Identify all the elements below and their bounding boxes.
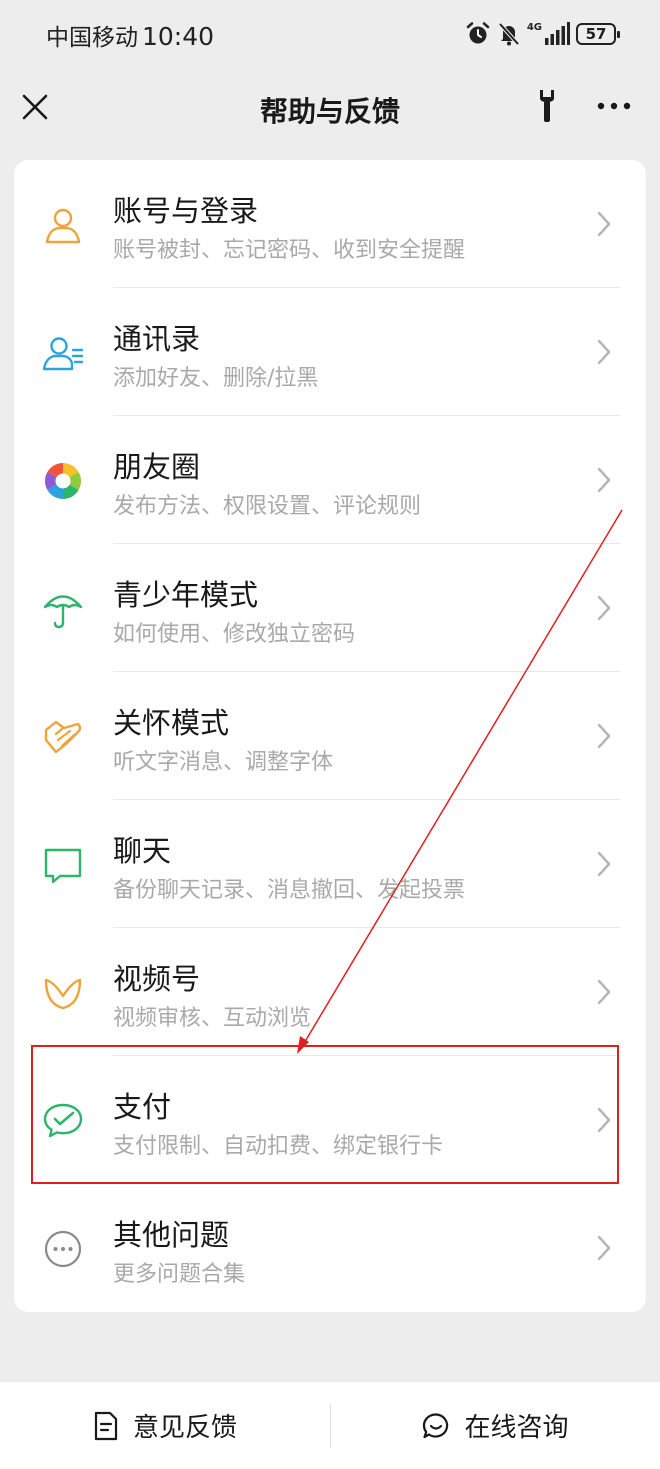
more-icon[interactable] [594, 96, 634, 116]
item-title: 朋友圈 [113, 450, 201, 484]
battery-level: 57 [585, 25, 607, 43]
chevron-right-icon [597, 723, 611, 749]
chat-smile-icon [423, 1412, 449, 1438]
network-type: 4G [526, 22, 542, 33]
status-bar: 中国移动 10:40 4G 57 [0, 0, 660, 70]
signal-icon [545, 22, 570, 45]
chat-bubble-icon [44, 848, 82, 884]
item-desc: 备份聊天记录、消息撤回、发起投票 [113, 878, 466, 903]
chevron-right-icon [597, 1235, 611, 1261]
item-desc: 更多问题合集 [113, 1262, 246, 1287]
list-item-chat[interactable]: 聊天 备份聊天记录、消息撤回、发起投票 [14, 800, 646, 928]
carrier-label: 中国移动 [46, 25, 138, 51]
mute-bell-icon [498, 22, 520, 46]
more-circle-icon [44, 1230, 82, 1268]
chevron-right-icon [597, 851, 611, 877]
chevron-right-icon [597, 979, 611, 1005]
feedback-label: 意见反馈 [132, 1413, 237, 1443]
item-desc: 如何使用、修改独立密码 [113, 622, 356, 647]
item-title: 其他问题 [113, 1218, 230, 1252]
item-desc: 账号被封、忘记密码、收到安全提醒 [113, 238, 466, 263]
list-item-care-mode[interactable]: 关怀模式 听文字消息、调整字体 [14, 672, 646, 800]
bottom-action-bar: 意见反馈 在线咨询 [0, 1382, 660, 1469]
item-title: 关怀模式 [113, 706, 230, 740]
list-item-moments[interactable]: 朋友圈 发布方法、权限设置、评论规则 [14, 416, 646, 544]
clock: 10:40 [142, 22, 215, 51]
annotation-highlight-box [31, 1045, 619, 1184]
status-icons: 4G 57 [465, 18, 620, 50]
document-icon [94, 1411, 118, 1440]
care-icon [44, 720, 82, 754]
item-title: 视频号 [113, 962, 201, 996]
feedback-button[interactable]: 意见反馈 [0, 1382, 330, 1469]
online-consult-button[interactable]: 在线咨询 [331, 1382, 660, 1469]
item-title: 账号与登录 [113, 194, 259, 228]
list-item-channels[interactable]: 视频号 视频审核、互动浏览 [14, 928, 646, 1056]
chevron-right-icon [597, 595, 611, 621]
list-item-contacts[interactable]: 通讯录 添加好友、删除/拉黑 [14, 288, 646, 416]
item-title: 青少年模式 [113, 578, 259, 612]
status-carrier-time: 中国移动 10:40 [46, 18, 214, 52]
list-item-account[interactable]: 账号与登录 账号被封、忘记密码、收到安全提醒 [14, 160, 646, 288]
chevron-right-icon [597, 339, 611, 365]
item-desc: 听文字消息、调整字体 [113, 750, 334, 775]
nav-bar: 帮助与反馈 [0, 70, 660, 146]
contacts-icon [42, 337, 84, 371]
chevron-right-icon [597, 211, 611, 237]
wrench-icon[interactable] [532, 88, 562, 124]
item-desc: 添加好友、删除/拉黑 [113, 366, 319, 391]
item-desc: 视频审核、互动浏览 [113, 1006, 312, 1031]
item-title: 通讯录 [113, 322, 201, 356]
list-item-other[interactable]: 其他问题 更多问题合集 [14, 1184, 646, 1312]
channels-icon [44, 978, 82, 1010]
chevron-right-icon [597, 467, 611, 493]
consult-label: 在线咨询 [464, 1413, 569, 1443]
list-item-teen-mode[interactable]: 青少年模式 如何使用、修改独立密码 [14, 544, 646, 672]
moments-icon [44, 463, 82, 499]
item-desc: 发布方法、权限设置、评论规则 [113, 494, 422, 519]
battery-indicator: 57 [576, 23, 620, 45]
umbrella-icon [43, 595, 83, 629]
user-icon [45, 208, 81, 244]
alarm-icon [466, 22, 490, 44]
item-title: 聊天 [113, 834, 172, 868]
